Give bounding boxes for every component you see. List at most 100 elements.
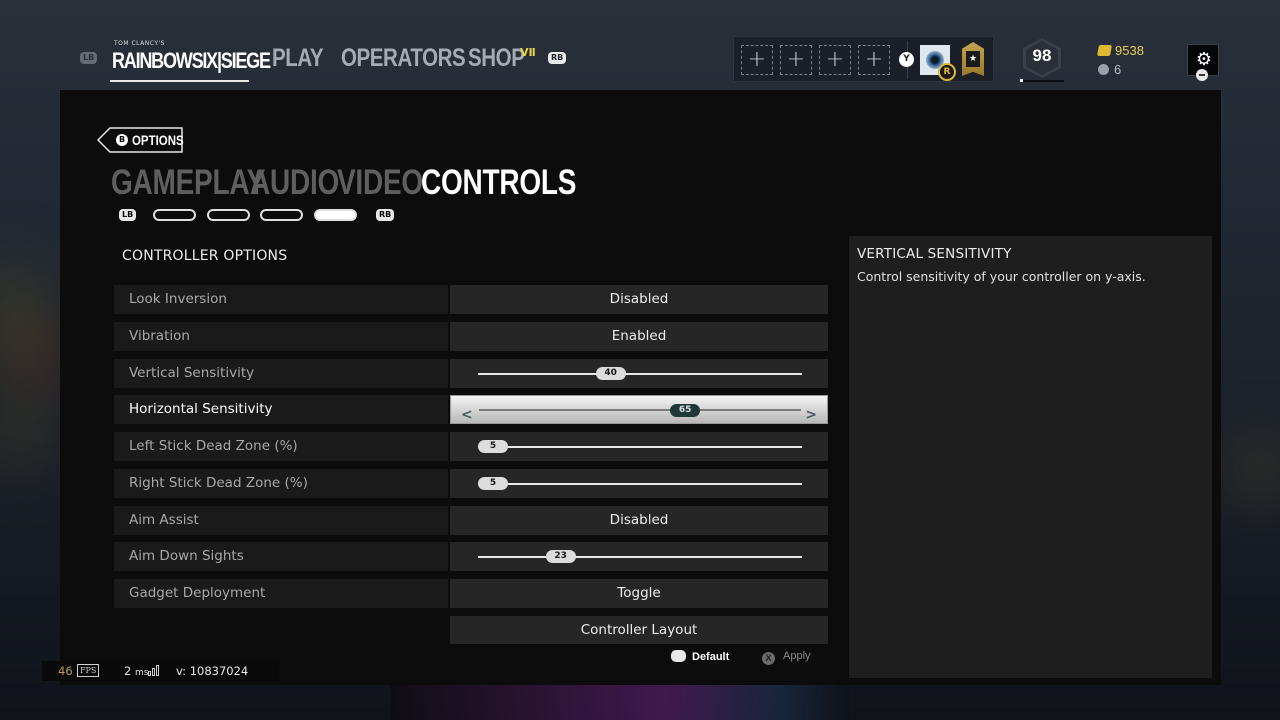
setting-slider[interactable]: 65 < >	[450, 395, 828, 424]
setting-label: Aim Assist	[114, 506, 448, 535]
apply-button[interactable]: X Apply	[762, 650, 811, 665]
setting-label: Vibration	[114, 322, 448, 351]
slider-track[interactable]	[478, 373, 802, 375]
default-label: Default	[692, 651, 730, 663]
slider-track[interactable]	[478, 556, 802, 558]
lb-button-hint: LB	[119, 209, 137, 221]
background-scene	[390, 684, 850, 720]
tab-video[interactable]: VIDEO	[337, 163, 423, 203]
tab-audio[interactable]: AUDIO	[250, 163, 339, 203]
tab-pip[interactable]	[207, 209, 250, 221]
fps-value: 46	[58, 664, 73, 678]
slider-thumb[interactable]: 5	[478, 477, 508, 490]
renown-value: 6	[1114, 62, 1122, 77]
slider-track[interactable]	[478, 446, 802, 448]
active-underline	[110, 80, 249, 82]
setting-slider[interactable]: 5	[450, 469, 828, 498]
setting-value[interactable]: Disabled	[450, 285, 828, 314]
setting-label: Aim Down Sights	[114, 542, 448, 571]
setting-row[interactable]: Look Inversion Disabled	[114, 285, 828, 314]
lb-button-hint: LB	[80, 52, 98, 64]
ping-number: 2	[124, 664, 132, 678]
setting-row[interactable]: Right Stick Dead Zone (%) 5	[114, 469, 828, 498]
x-button-icon: X	[762, 652, 775, 665]
background-blur	[0, 390, 50, 470]
slider-thumb[interactable]: 40	[595, 367, 626, 380]
setting-row[interactable]: Gadget Deployment Toggle	[114, 579, 828, 608]
rb-button-hint: RB	[548, 52, 567, 64]
description-panel: VERTICAL SENSITIVITY Control sensitivity…	[849, 236, 1212, 678]
star-icon: ★	[966, 51, 980, 67]
top-navigation: LB TOM CLANCY'S RAINBOWSIX|SIEGE PLAY OP…	[0, 36, 1280, 86]
y-button-icon: Y	[899, 52, 914, 67]
slider-track[interactable]	[478, 483, 802, 485]
tab-pip[interactable]	[153, 209, 196, 221]
tab-controls[interactable]: CONTROLS	[421, 163, 576, 203]
setting-slider[interactable]: 23	[450, 542, 828, 571]
setting-slider[interactable]: 40	[450, 359, 828, 388]
back-button[interactable]: B OPTIONS	[97, 127, 184, 153]
setting-label: Right Stick Dead Zone (%)	[114, 469, 448, 498]
slider-thumb[interactable]: 65	[670, 404, 701, 417]
setting-value[interactable]: Toggle	[450, 579, 828, 608]
squad-slot-add[interactable]: +	[780, 45, 812, 75]
setting-row[interactable]: Vibration Enabled	[114, 322, 828, 351]
renown: 6	[1098, 62, 1121, 77]
slider-track[interactable]	[479, 409, 801, 411]
setting-row[interactable]: Horizontal Sensitivity 65 < >	[114, 395, 828, 424]
setting-row[interactable]: Aim Assist Disabled	[114, 506, 828, 535]
setting-row[interactable]: Aim Down Sights 23	[114, 542, 828, 571]
setting-value[interactable]: Enabled	[450, 322, 828, 351]
rank-badge-icon: R	[938, 63, 956, 81]
menu-button-icon	[1196, 69, 1208, 81]
player-level: 98	[1032, 46, 1052, 65]
performance-overlay: 46 FPS 2 ms v: 10837024	[42, 661, 278, 681]
tab-gameplay[interactable]: GAMEPLAY	[111, 163, 265, 203]
apply-label: Apply	[783, 650, 811, 662]
logo-title: RAINBOWSIX|SIEGE	[112, 48, 271, 73]
setting-slider[interactable]: 5	[450, 432, 828, 461]
version-label: v: 10837024	[176, 664, 249, 678]
r6-credits: 9538	[1097, 43, 1144, 58]
ping-unit: ms	[134, 668, 149, 678]
chevron-right-icon[interactable]: >	[805, 401, 817, 429]
nav-shop[interactable]: SHOP	[468, 44, 525, 73]
background-blur	[1230, 440, 1280, 500]
level-progress-bar	[1020, 80, 1064, 82]
level-progress-fill	[1020, 79, 1023, 82]
setting-label: Vertical Sensitivity	[114, 359, 448, 388]
chevron-left-icon[interactable]: <	[461, 401, 473, 429]
squad-slot-add[interactable]: +	[858, 45, 890, 75]
squad-panel: + + + + Y R ★	[733, 36, 994, 82]
setting-label: Horizontal Sensitivity	[114, 395, 448, 424]
description-title: VERTICAL SENSITIVITY	[857, 246, 1012, 262]
back-label: OPTIONS	[132, 132, 184, 148]
slider-thumb[interactable]: 5	[478, 440, 508, 453]
setting-label: Gadget Deployment	[114, 579, 448, 608]
ping-value: 2 ms	[124, 664, 148, 678]
description-text: Control sensitivity of your controller o…	[857, 269, 1146, 284]
fps-icon: FPS	[77, 664, 100, 677]
credits-value: 9538	[1115, 43, 1144, 58]
signal-icon	[148, 664, 162, 676]
setting-row[interactable]: Left Stick Dead Zone (%) 5	[114, 432, 828, 461]
logo-subtitle: TOM CLANCY'S	[114, 40, 165, 47]
tab-pip-active[interactable]	[314, 209, 357, 221]
section-title: CONTROLLER OPTIONS	[122, 248, 288, 264]
squad-slot-add[interactable]: +	[819, 45, 851, 75]
controller-layout-button[interactable]: Controller Layout	[450, 616, 828, 644]
shop-badge: VⅡ	[520, 46, 536, 59]
default-button[interactable]: Default	[671, 650, 729, 663]
tab-pip[interactable]	[260, 209, 303, 221]
setting-label: Left Stick Dead Zone (%)	[114, 432, 448, 461]
nav-operators[interactable]: OPERATORS	[341, 44, 466, 73]
setting-value[interactable]: Disabled	[450, 506, 828, 535]
squad-slot-add[interactable]: +	[741, 45, 773, 75]
setting-row[interactable]: Vertical Sensitivity 40	[114, 359, 828, 388]
game-logo[interactable]: TOM CLANCY'S RAINBOWSIX|SIEGE	[110, 40, 271, 82]
slider-thumb[interactable]: 23	[545, 550, 576, 563]
rb-button-hint: RB	[376, 209, 395, 221]
nav-play[interactable]: PLAY	[272, 44, 324, 73]
b-button-icon: B	[116, 134, 128, 146]
r-stick-icon	[671, 650, 686, 662]
